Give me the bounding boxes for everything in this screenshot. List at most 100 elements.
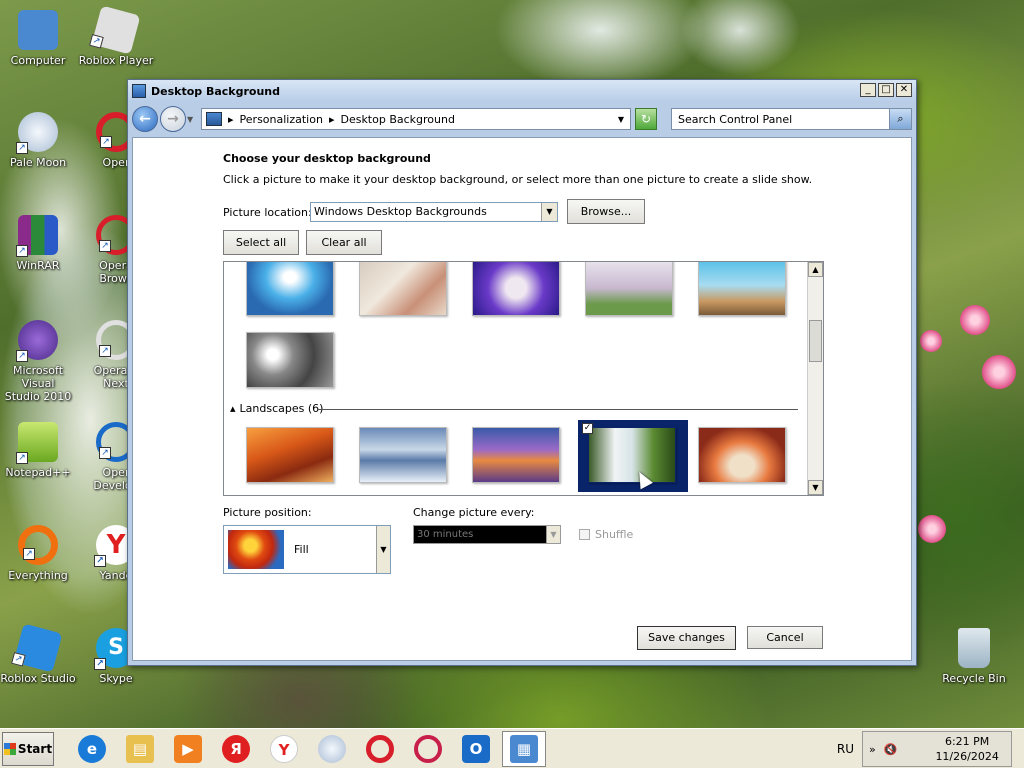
forward-arrow-icon[interactable]: → <box>160 106 186 132</box>
computer-icon <box>18 10 58 50</box>
desktop-icon-label: Pale Moon <box>9 156 67 169</box>
desktop-icon-label: Notepad++ <box>5 466 71 479</box>
taskbar-file-explorer[interactable]: ▤ <box>118 731 162 767</box>
wallpaper-thumbnail[interactable] <box>585 262 673 316</box>
language-indicator[interactable]: RU <box>837 742 854 756</box>
window-title: Desktop Background <box>151 84 281 98</box>
desktop-icon-notepadpp[interactable]: ↗ Notepad++ <box>0 422 78 479</box>
save-changes-button[interactable]: Save changes <box>637 626 736 650</box>
breadcrumb-separator-icon[interactable]: ▸ <box>329 113 335 126</box>
opera-beta-icon <box>414 734 442 763</box>
selected-wallpaper-tile[interactable]: ✓ <box>578 420 688 492</box>
taskbar-yandex-browser[interactable]: Я <box>214 731 258 767</box>
winrar-icon: ↗ <box>16 215 58 257</box>
title-bar[interactable]: Desktop Background _ □ ✕ <box>128 80 916 102</box>
minimize-button[interactable]: _ <box>860 83 876 97</box>
clock-date: 11/26/2024 <box>935 750 999 763</box>
breadcrumb-desktop-background[interactable]: Desktop Background <box>340 113 455 126</box>
start-button[interactable]: Start <box>2 731 54 766</box>
chevron-down-icon[interactable]: ▼ <box>541 203 557 221</box>
desktop-icon-pale-moon[interactable]: ↗ Pale Moon <box>0 112 78 169</box>
system-tray: RU » 🔇 6:21 PM 11/26/2024 <box>837 729 1024 769</box>
page-description: Click a picture to make it your desktop … <box>223 173 813 186</box>
clock[interactable]: 6:21 PM 11/26/2024 <box>935 734 998 764</box>
control-panel-icon <box>206 112 222 126</box>
desktop-icon-label: Skype <box>99 672 133 685</box>
address-bar[interactable]: ▸ Personalization ▸ Desktop Background ▼ <box>201 108 631 130</box>
volume-muted-icon[interactable]: 🔇 <box>884 743 898 756</box>
wallpaper-thumbnail[interactable] <box>359 262 447 316</box>
yandex-icon: Y <box>270 734 298 763</box>
taskbar-yandex[interactable]: Y <box>262 731 306 767</box>
chevron-down-icon: ▼ <box>546 526 560 543</box>
scroll-down-arrow-icon[interactable]: ▼ <box>808 480 823 495</box>
back-arrow-icon[interactable]: ← <box>132 106 158 132</box>
shuffle-checkbox: Shuffle <box>579 528 633 541</box>
taskbar-opera[interactable] <box>358 731 402 767</box>
roblox-icon: ↗ <box>89 5 141 55</box>
checkbox-checked-icon[interactable]: ✓ <box>582 423 593 434</box>
desktop-icon-label: WinRAR <box>16 259 60 272</box>
scroll-up-arrow-icon[interactable]: ▲ <box>808 262 823 277</box>
wallpaper-thumbnail[interactable] <box>359 427 447 483</box>
desktop-icon-label: Roblox Studio <box>0 672 76 685</box>
close-button[interactable]: ✕ <box>896 83 912 97</box>
desktop-icon-computer[interactable]: Computer <box>0 10 78 67</box>
roblox-studio-icon: ↗ <box>11 623 63 673</box>
change-interval-select: 30 minutes ▼ <box>413 525 561 544</box>
wallpaper-thumbnail[interactable] <box>246 332 334 388</box>
clear-all-button[interactable]: Clear all <box>306 230 382 255</box>
gallery-scrollbar[interactable]: ▲ ▼ <box>807 262 823 495</box>
taskbar-opera-beta[interactable] <box>406 731 450 767</box>
wallpaper-thumbnail[interactable] <box>698 262 786 316</box>
wallpaper-thumbnail[interactable] <box>472 427 560 483</box>
address-bar-row: ← → ▼ ▸ Personalization ▸ Desktop Backgr… <box>132 104 912 134</box>
scrollbar-thumb[interactable] <box>809 320 822 362</box>
taskbar-control-panel[interactable]: ▦ <box>502 730 546 767</box>
desktop-icon-visual-studio[interactable]: ↗ Microsoft Visual Studio 2010 <box>0 320 78 403</box>
desktop-icon-winrar[interactable]: ↗ WinRAR <box>0 215 78 272</box>
desktop-icon-roblox-player[interactable]: ↗ Roblox Player <box>76 5 156 67</box>
media-player-icon: ▶ <box>174 734 202 763</box>
cancel-button[interactable]: Cancel <box>747 626 823 649</box>
taskbar-internet-explorer[interactable]: e <box>70 731 114 767</box>
picture-position-select[interactable]: Fill ▼ <box>223 525 391 574</box>
breadcrumb-separator-icon[interactable]: ▸ <box>228 113 234 126</box>
taskbar-opera-developer[interactable]: O <box>454 731 498 767</box>
page-heading: Choose your desktop background <box>223 152 431 165</box>
maximize-button[interactable]: □ <box>878 83 894 97</box>
change-picture-label: Change picture every: <box>413 506 535 519</box>
wallpaper-thumbnail[interactable] <box>472 262 560 316</box>
wallpaper-thumbnail[interactable] <box>698 427 786 483</box>
collapse-arrow-icon[interactable]: ▴ <box>230 402 236 415</box>
visual-studio-icon: ↗ <box>16 320 58 362</box>
taskbar-pale-moon[interactable] <box>310 731 354 767</box>
show-hidden-icons-icon[interactable]: » <box>869 743 876 756</box>
search-icon[interactable]: ⌕ <box>889 109 911 129</box>
taskbar-media-player[interactable]: ▶ <box>166 731 210 767</box>
wallpaper-thumbnail[interactable] <box>246 427 334 483</box>
flower-preview-image <box>228 530 284 569</box>
desktop-icon-label: Recycle Bin <box>942 672 1006 685</box>
wallpaper-thumbnail[interactable] <box>246 262 334 316</box>
chevron-down-icon[interactable]: ▼ <box>376 526 390 573</box>
picture-location-label: Picture location: <box>223 206 312 219</box>
select-all-button[interactable]: Select all <box>223 230 299 255</box>
picture-gallery[interactable]: ▴ Landscapes (6) ✓ ▲ ▼ <box>223 261 824 496</box>
show-desktop-button[interactable] <box>1018 731 1024 767</box>
flower-decoration <box>918 515 946 543</box>
desktop-icon-everything[interactable]: ↗ Everything <box>0 525 78 582</box>
refresh-icon[interactable]: ↻ <box>635 108 657 130</box>
desktop-icon-recycle-bin[interactable]: Recycle Bin <box>934 628 1014 685</box>
opera-icon <box>366 734 394 763</box>
search-input[interactable]: Search Control Panel ⌕ <box>671 108 912 130</box>
address-dropdown-icon[interactable]: ▼ <box>618 115 624 124</box>
browse-button[interactable]: Browse... <box>567 199 645 224</box>
desktop-icon-roblox-studio[interactable]: ↗ Roblox Studio <box>0 623 78 685</box>
desktop-background-window: Desktop Background _ □ ✕ ← → ▼ ▸ Persona… <box>127 79 917 666</box>
recent-pages-dropdown-icon[interactable]: ▼ <box>187 115 197 124</box>
group-header-landscapes[interactable]: ▴ Landscapes (6) <box>230 402 323 415</box>
breadcrumb-personalization[interactable]: Personalization <box>240 113 323 126</box>
picture-position-value: Fill <box>294 543 309 556</box>
picture-location-select[interactable]: Windows Desktop Backgrounds ▼ <box>310 202 558 222</box>
